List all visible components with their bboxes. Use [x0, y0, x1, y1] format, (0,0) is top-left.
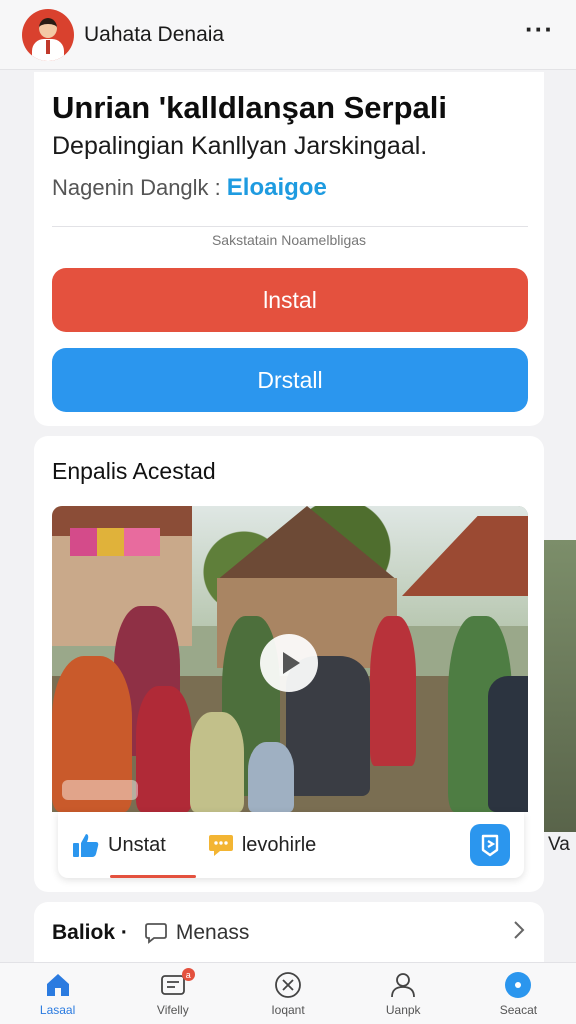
app-header: Uahata Denaia ···	[0, 0, 576, 70]
nav-item-profile[interactable]: Uanpk	[346, 963, 461, 1024]
video-person	[136, 686, 192, 812]
comment-action-label: levohirle	[241, 833, 317, 856]
video-person	[370, 616, 416, 766]
nav-label: Uanpk	[385, 1003, 421, 1017]
nav-label: Ioqant	[271, 1003, 305, 1017]
section-title: Enpalis Acestad	[52, 458, 216, 484]
close-circle-icon	[274, 971, 302, 999]
video-person	[190, 712, 244, 812]
promo-meta: Nagenin Danglk : Eloaigoe	[52, 174, 327, 202]
nav-label: Lasaal	[39, 1003, 76, 1017]
messages-link[interactable]: Menass	[144, 921, 250, 945]
share-icon[interactable]	[470, 824, 510, 866]
nav-item-cart[interactable]: a Vifelly	[115, 963, 230, 1024]
dot-circle-icon	[504, 971, 532, 999]
nav-item-search[interactable]: Seacat	[461, 963, 576, 1024]
comment-action[interactable]: levohirle	[208, 832, 316, 858]
avatar[interactable]	[22, 8, 74, 61]
avatar-face	[39, 17, 57, 38]
info-label: Baliok ·	[52, 921, 128, 944]
notification-badge: a	[181, 968, 195, 981]
promo-subline: Depalingian Kanllyan Jarskingaal.	[52, 132, 428, 160]
meta-label: Nagenin Danglk :	[52, 175, 221, 200]
chevron-right-icon[interactable]	[512, 919, 526, 947]
next-card-preview[interactable]	[544, 540, 576, 832]
thumbs-up-icon	[72, 832, 100, 858]
secondary-install-button[interactable]: Drstall	[52, 348, 528, 412]
like-action-label: Unstat	[108, 833, 166, 856]
install-button[interactable]: lnstal	[52, 268, 528, 332]
play-icon[interactable]	[260, 634, 318, 692]
video-person	[248, 742, 294, 812]
nav-label: Vifelly	[156, 1003, 189, 1017]
avatar-tie	[46, 39, 50, 54]
divider	[52, 226, 528, 227]
info-card: Baliok · Menass	[34, 902, 544, 964]
messages-link-label: Menass	[175, 921, 250, 944]
promo-headline: Unrian 'kalldlanşan Serpali	[52, 90, 448, 125]
next-card-label: Va	[548, 834, 570, 855]
comment-icon	[208, 832, 234, 858]
cart-icon: a	[159, 968, 195, 999]
video-watermark	[62, 780, 138, 800]
app-title: Uahata Denaia	[84, 22, 225, 46]
more-horizontal-icon[interactable]: ···	[525, 14, 554, 55]
nav-item-home[interactable]: Lasaal	[0, 963, 115, 1024]
bottom-navigation: Lasaal a Vifelly Ioqant Uanpk Seacat	[0, 962, 576, 1024]
nav-label: Seacat	[499, 1003, 538, 1017]
user-icon	[389, 971, 417, 999]
chat-bubble-icon	[144, 923, 167, 944]
promo-card: Unrian 'kalldlanşan Serpali Depalingian …	[34, 72, 544, 426]
video-player[interactable]	[52, 506, 528, 812]
home-icon	[44, 971, 72, 999]
post-action-bar: Unstat levohirle	[58, 812, 524, 878]
brand-name[interactable]: Eloaigoe	[227, 174, 327, 202]
promo-note: Sakstatain Noamelbligas	[211, 232, 367, 248]
video-scene-flags	[70, 528, 160, 556]
active-indicator	[110, 875, 196, 878]
nav-item-close[interactable]: Ioqant	[230, 963, 345, 1024]
feed-card: Enpalis Acestad Unstat levohirle	[34, 436, 544, 892]
video-motorbike	[488, 676, 528, 812]
like-action[interactable]: Unstat	[72, 832, 166, 858]
